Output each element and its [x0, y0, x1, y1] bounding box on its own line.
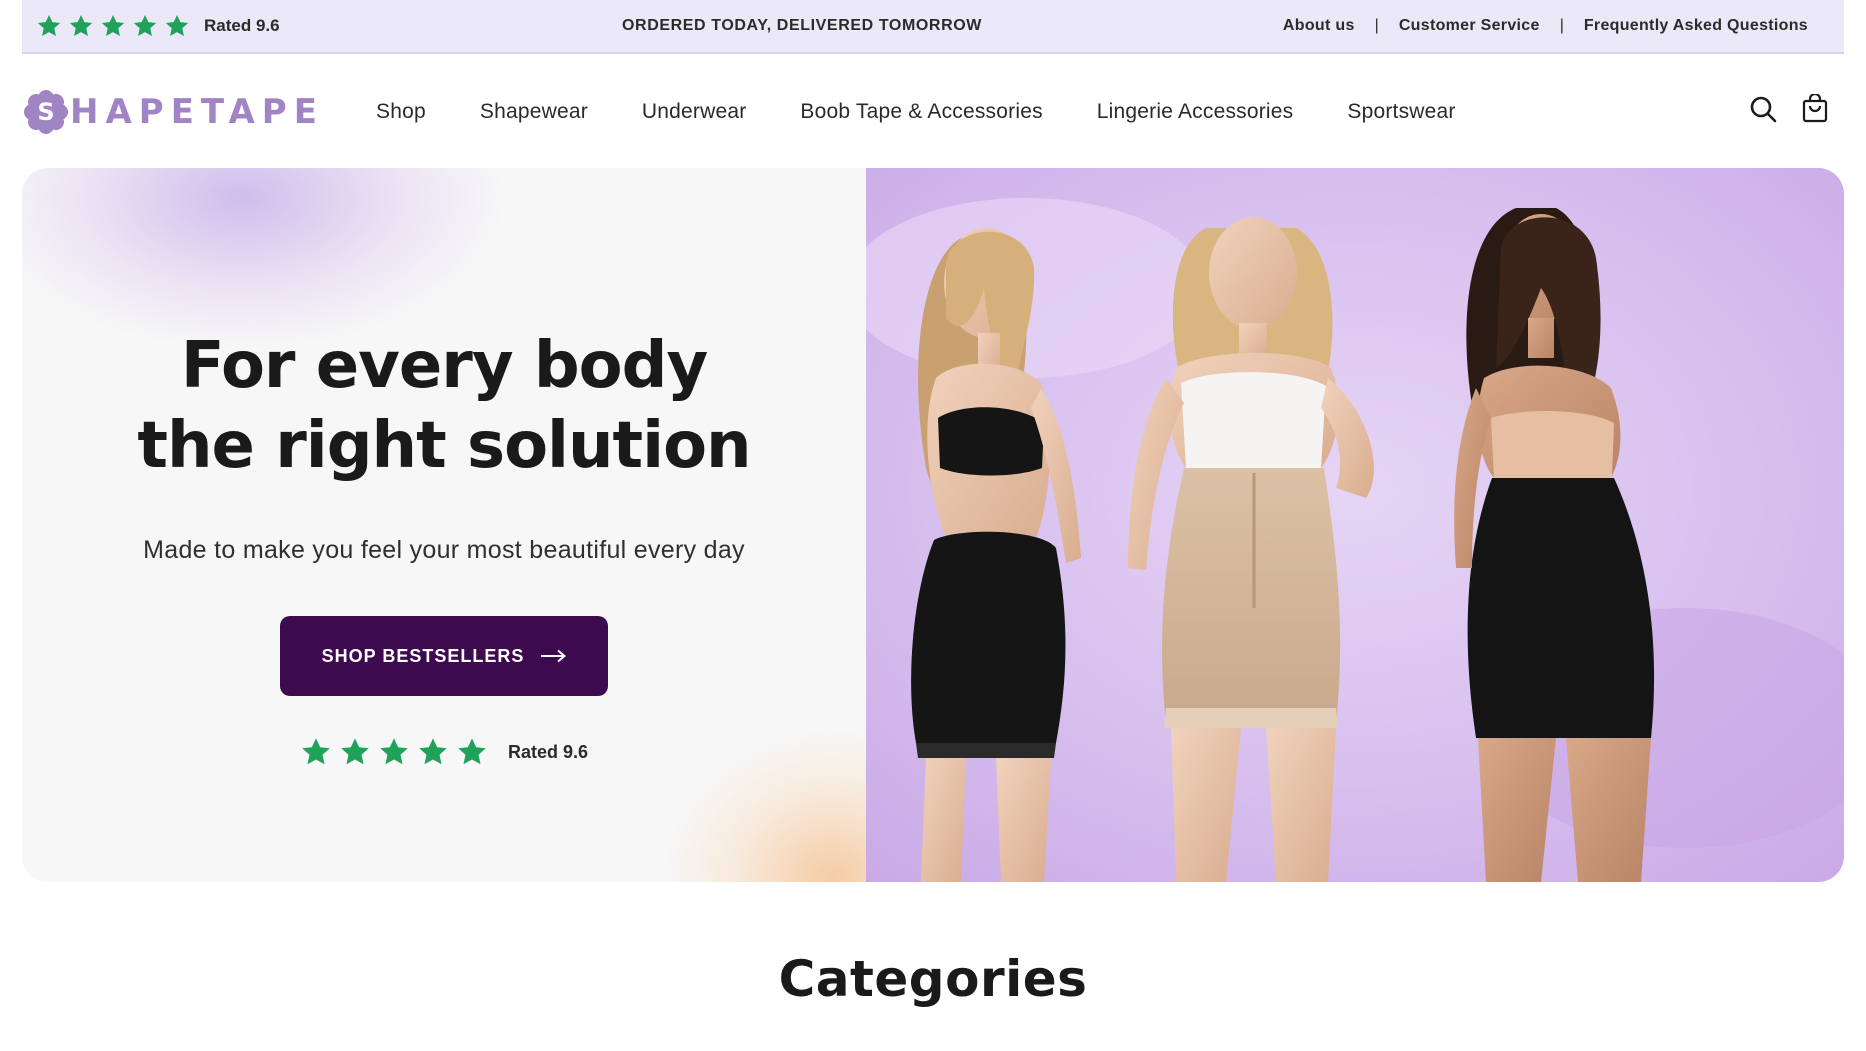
hero-title-line-2: the right solution — [137, 409, 751, 483]
delivery-promo: ORDERED TODAY, DELIVERED TOMORROW — [622, 17, 982, 34]
star-icon — [133, 14, 157, 36]
header-icons — [1748, 94, 1830, 124]
announcement-bar: Rated 9.6 ORDERED TODAY, DELIVERED TOMOR… — [22, 0, 1844, 54]
top-rating-text: Rated 9.6 — [204, 16, 280, 35]
star-icon — [69, 14, 93, 36]
nav-item-boob-tape-accessories[interactable]: Boob Tape & Accessories — [800, 100, 1042, 124]
logo-wordmark: HAPETAPE — [70, 92, 324, 132]
hero-banner: For every body the right solution Made t… — [22, 168, 1844, 882]
hero-title-line-1: For every body — [180, 329, 708, 403]
star-icon — [37, 14, 61, 36]
arrow-right-icon — [541, 649, 567, 663]
decorative-peach-glow — [662, 728, 866, 882]
cart-icon[interactable] — [1800, 94, 1830, 124]
categories-heading: Categories — [778, 950, 1088, 1008]
hero-image[interactable] — [866, 168, 1844, 882]
star-icon — [341, 738, 369, 765]
shapetape-logo[interactable]: S HAPETAPE — [24, 84, 324, 140]
search-icon[interactable] — [1748, 94, 1778, 124]
cta-label: SHOP BESTSELLERS — [321, 645, 525, 666]
main-nav: Shop Shapewear Underwear Boob Tape & Acc… — [376, 56, 1456, 168]
hero-rating-text: Rated 9.6 — [508, 741, 589, 762]
star-icon — [419, 738, 447, 765]
hero-subtitle: Made to make you feel your most beautifu… — [143, 536, 745, 564]
top-rating: Rated 9.6 — [36, 0, 280, 52]
link-separator: | — [1374, 17, 1379, 34]
hero-title: For every body the right solution — [22, 326, 866, 486]
nav-item-shapewear[interactable]: Shapewear — [480, 100, 588, 124]
nav-item-shop[interactable]: Shop — [376, 100, 426, 124]
star-icon — [165, 14, 189, 36]
star-icon — [302, 738, 330, 765]
star-icon — [458, 738, 486, 765]
link-separator: | — [1559, 17, 1564, 34]
nav-item-sportswear[interactable]: Sportswear — [1347, 100, 1455, 124]
star-icon — [380, 738, 408, 765]
hero-rating-stars — [300, 736, 488, 768]
top-rating-stars — [36, 13, 190, 39]
logo-initial: S — [37, 98, 54, 126]
hero-content: For every body the right solution Made t… — [22, 168, 866, 882]
utility-links: About us | Customer Service | Frequently… — [1283, 0, 1808, 52]
hero-models-illustration — [866, 168, 1844, 882]
faq-link[interactable]: Frequently Asked Questions — [1584, 17, 1808, 35]
shop-bestsellers-button[interactable]: SHOP BESTSELLERS — [280, 616, 608, 696]
decorative-purple-glow — [22, 168, 502, 348]
about-us-link[interactable]: About us — [1283, 17, 1355, 35]
nav-item-underwear[interactable]: Underwear — [642, 100, 747, 124]
star-icon — [101, 14, 125, 36]
hero-rating: Rated 9.6 — [300, 736, 588, 768]
logo-badge-icon: S — [24, 90, 68, 134]
customer-service-link[interactable]: Customer Service — [1399, 17, 1540, 35]
site-header: S HAPETAPE Shop Shapewear Underwear Boob… — [0, 56, 1866, 168]
nav-item-lingerie-accessories[interactable]: Lingerie Accessories — [1097, 100, 1294, 124]
